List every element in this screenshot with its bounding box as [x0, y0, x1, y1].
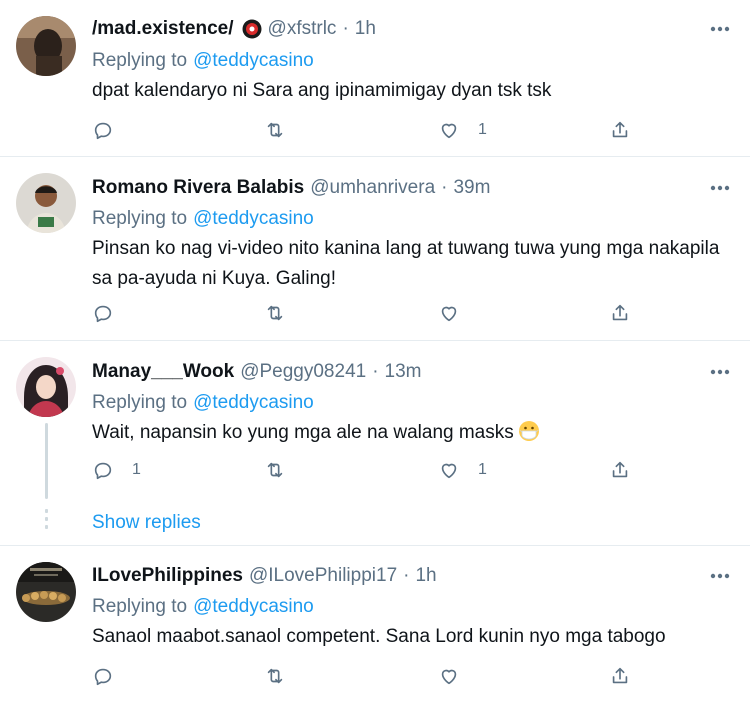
separator: · — [403, 565, 410, 586]
user-handle[interactable]: @ILovePhilippi17 — [249, 565, 397, 587]
like-icon — [441, 669, 457, 685]
tweet-header: Romano Rivera Balabis @umhanrivera · 39m — [92, 175, 490, 201]
tweet-header: /mad.existence/ @xfstrlc · 1h — [92, 16, 376, 42]
reply-count: 1 — [132, 461, 141, 478]
like-icon — [441, 306, 457, 322]
reply-feed: /mad.existence/ @xfstrlc · 1h Replying t… — [0, 0, 750, 705]
tweet[interactable]: Manay___Wook @Peggy08241 · 13m Replying … — [0, 341, 750, 546]
reply-icon — [94, 122, 112, 140]
tweet-text-body: Wait, napansin ko yung mga ale na walang… — [92, 422, 514, 443]
reply-button[interactable]: 1 — [92, 457, 141, 483]
separator: · — [441, 177, 448, 198]
mention-link[interactable]: @teddycasino — [193, 208, 314, 230]
tweet-text: Sanaol maabot.sanaol competent. Sana Lor… — [92, 626, 666, 647]
share-button[interactable] — [609, 300, 631, 326]
like-button[interactable] — [438, 300, 460, 326]
more-icon[interactable] — [708, 360, 732, 384]
reply-icon — [94, 462, 112, 480]
tweet-actions — [92, 300, 652, 326]
reply-button[interactable] — [92, 663, 114, 689]
profile-badge-icon — [242, 19, 262, 39]
share-button[interactable] — [609, 117, 631, 143]
share-icon — [612, 667, 628, 684]
tweet-actions: 1 1 — [92, 457, 652, 483]
mention-link[interactable]: @teddycasino — [193, 596, 314, 618]
replying-to: Replying to @teddycasino — [92, 48, 314, 74]
like-icon — [441, 123, 457, 139]
more-icon[interactable] — [708, 17, 732, 41]
thread-dot — [45, 509, 48, 513]
share-icon — [612, 121, 628, 138]
avatar[interactable] — [16, 357, 76, 417]
like-count: 1 — [478, 461, 487, 478]
avatar[interactable] — [16, 173, 76, 233]
replying-label: Replying to — [92, 208, 188, 229]
like-button[interactable] — [438, 663, 460, 689]
reply-button[interactable] — [92, 300, 114, 326]
reply-button[interactable] — [92, 117, 114, 143]
retweet-button[interactable] — [264, 117, 286, 143]
share-button[interactable] — [609, 663, 631, 689]
retweet-icon — [267, 462, 283, 478]
user-handle[interactable]: @umhanrivera — [310, 177, 435, 199]
mention-link[interactable]: @teddycasino — [193, 392, 314, 414]
retweet-button[interactable] — [264, 663, 286, 689]
like-count: 1 — [478, 121, 487, 138]
tweet[interactable]: Romano Rivera Balabis @umhanrivera · 39m… — [0, 157, 750, 341]
tweet-actions — [92, 663, 652, 689]
retweet-icon — [267, 305, 283, 321]
avatar[interactable] — [16, 16, 76, 76]
like-icon — [441, 463, 457, 479]
retweet-button[interactable] — [264, 300, 286, 326]
display-name[interactable]: ILovePhilippines — [92, 565, 243, 587]
share-button[interactable] — [609, 457, 631, 483]
replying-label: Replying to — [92, 596, 188, 617]
like-button[interactable]: 1 — [438, 457, 487, 483]
display-name[interactable]: Manay___Wook — [92, 361, 234, 383]
tweet-text: dpat kalendaryo ni Sara ang ipinamimigay… — [92, 80, 552, 101]
retweet-icon — [267, 122, 283, 138]
share-icon — [612, 304, 628, 321]
reply-icon — [94, 668, 112, 686]
timestamp[interactable]: 13m — [385, 361, 422, 383]
replying-to: Replying to @teddycasino — [92, 594, 314, 620]
tweet[interactable]: ILovePhilippines @ILovePhilippi17 · 1h R… — [0, 546, 750, 705]
mask-face-emoji — [518, 420, 540, 442]
user-handle[interactable]: @Peggy08241 — [240, 361, 366, 383]
like-button[interactable]: 1 — [438, 117, 487, 143]
thread-line — [45, 423, 48, 499]
tweet-header: Manay___Wook @Peggy08241 · 13m — [92, 359, 422, 385]
thread-dot — [45, 525, 48, 529]
avatar[interactable] — [16, 562, 76, 622]
timestamp[interactable]: 1h — [355, 18, 376, 40]
reply-icon — [94, 305, 112, 323]
mention-link[interactable]: @teddycasino — [193, 50, 314, 72]
tweet-header: ILovePhilippines @ILovePhilippi17 · 1h — [92, 563, 437, 589]
replying-label: Replying to — [92, 50, 188, 71]
replying-to: Replying to @teddycasino — [92, 390, 314, 416]
share-icon — [612, 461, 628, 478]
more-icon[interactable] — [708, 564, 732, 588]
replying-label: Replying to — [92, 392, 188, 413]
retweet-button[interactable] — [264, 457, 286, 483]
show-replies-link[interactable]: Show replies — [92, 512, 201, 534]
separator: · — [372, 361, 379, 382]
more-icon[interactable] — [708, 176, 732, 200]
replying-to: Replying to @teddycasino — [92, 206, 314, 232]
tweet[interactable]: /mad.existence/ @xfstrlc · 1h Replying t… — [0, 0, 750, 157]
separator: · — [342, 18, 349, 39]
timestamp[interactable]: 1h — [415, 565, 436, 587]
thread-dot — [45, 517, 48, 521]
display-name[interactable]: /mad.existence/ — [92, 18, 234, 40]
tweet-text: Pinsan ko nag vi-video nito kanina lang … — [92, 238, 720, 289]
retweet-icon — [267, 668, 283, 684]
tweet-actions: 1 — [92, 117, 652, 143]
user-handle[interactable]: @xfstrlc — [268, 18, 337, 40]
display-name[interactable]: Romano Rivera Balabis — [92, 177, 304, 199]
tweet-text: Wait, napansin ko yung mga ale na walang… — [92, 418, 732, 448]
timestamp[interactable]: 39m — [453, 177, 490, 199]
